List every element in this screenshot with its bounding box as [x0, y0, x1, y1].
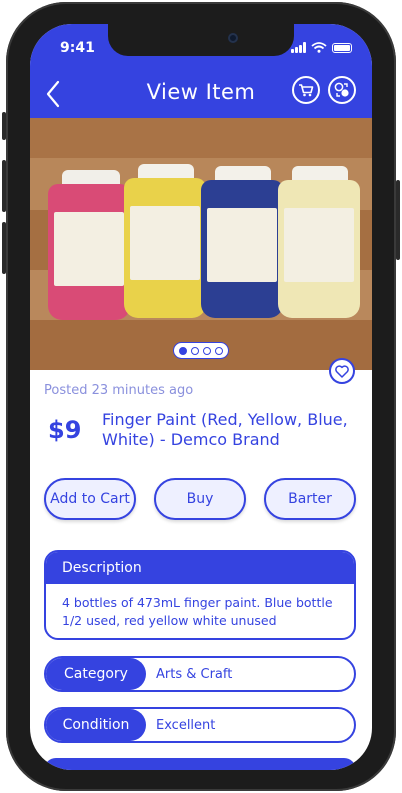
- condition-label: Condition: [46, 709, 146, 741]
- favorite-button[interactable]: [329, 358, 355, 384]
- category-label: Category: [46, 658, 146, 690]
- add-to-cart-button[interactable]: Add to Cart: [44, 478, 136, 520]
- carousel-dot-active[interactable]: [179, 346, 187, 355]
- red-paint-bottle: [48, 184, 130, 320]
- carousel-dot[interactable]: [191, 346, 199, 355]
- barter-button[interactable]: Barter: [264, 478, 356, 520]
- floor-plank: [30, 118, 372, 158]
- volume-up-button: [2, 160, 6, 212]
- status-icons: [291, 42, 352, 53]
- next-section-header: [44, 758, 356, 770]
- condition-row: Condition Excellent: [44, 707, 356, 743]
- blue-paint-bottle: [201, 180, 283, 318]
- barter-offers-button[interactable]: [328, 76, 356, 104]
- category-row: Category Arts & Craft: [44, 656, 356, 692]
- description-card: Description 4 bottles of 473mL finger pa…: [44, 550, 356, 640]
- barter-icon: [334, 82, 349, 97]
- signal-icon: [291, 42, 306, 53]
- mute-switch: [2, 112, 6, 140]
- bottle-label: [284, 208, 354, 282]
- top-nav-bar: View Item: [30, 72, 372, 118]
- yellow-paint-bottle: [124, 178, 206, 318]
- description-text: 4 bottles of 473mL finger paint. Blue bo…: [62, 595, 333, 628]
- phone-mockup: 9:41 View Item Posted 23 minutes ago $9 …: [0, 0, 402, 793]
- carousel-indicator[interactable]: [173, 342, 229, 359]
- camera-icon: [228, 33, 238, 43]
- battery-icon: [332, 42, 352, 53]
- cart-button[interactable]: [292, 76, 320, 104]
- item-photo[interactable]: [30, 118, 372, 370]
- status-time: 9:41: [60, 40, 95, 56]
- posted-time: Posted 23 minutes ago: [44, 383, 194, 398]
- power-button: [396, 180, 400, 260]
- item-title: Finger Paint (Red, Yellow, Blue, White) …: [102, 410, 348, 449]
- condition-value: Excellent: [156, 717, 216, 733]
- wifi-icon: [311, 42, 327, 53]
- volume-down-button: [2, 222, 6, 274]
- bottle-label: [54, 212, 124, 286]
- bottle-label: [130, 206, 200, 280]
- heart-icon: [335, 364, 349, 378]
- white-paint-bottle: [278, 180, 360, 318]
- buy-button[interactable]: Buy: [154, 478, 246, 520]
- app-screen: 9:41 View Item Posted 23 minutes ago $9 …: [30, 24, 372, 770]
- page-title: View Item: [146, 80, 256, 104]
- cart-icon: [299, 84, 314, 97]
- carousel-dot[interactable]: [203, 346, 211, 355]
- item-price: $9: [48, 416, 82, 444]
- description-heading: Description: [46, 552, 354, 584]
- notch: [108, 24, 294, 56]
- bottle-label: [207, 208, 277, 282]
- carousel-dot[interactable]: [215, 346, 223, 355]
- category-value: Arts & Craft: [156, 666, 233, 682]
